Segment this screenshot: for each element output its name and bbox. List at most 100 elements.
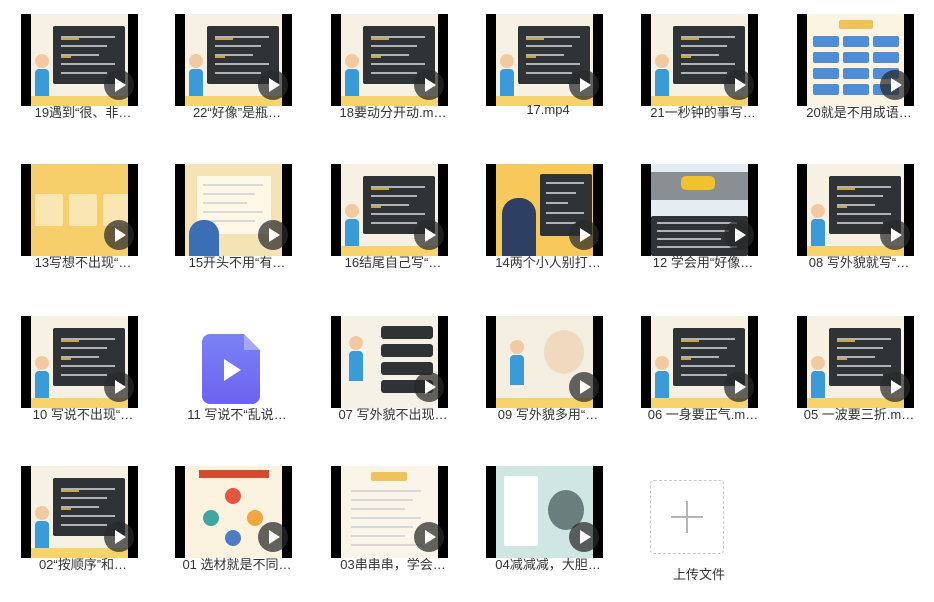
video-file-tile[interactable]: 02“按顺序”和… — [10, 452, 156, 592]
video-file-tile[interactable]: 13写想不出现“… — [10, 150, 156, 290]
play-icon[interactable] — [569, 372, 599, 402]
file-name[interactable]: 07 写外貌不出现… — [320, 404, 466, 423]
video-thumbnail[interactable] — [175, 14, 292, 106]
video-thumbnail[interactable] — [486, 14, 603, 106]
play-icon[interactable] — [880, 372, 910, 402]
file-name[interactable]: 08 写外貌就写“… — [786, 252, 932, 271]
video-thumbnail[interactable] — [641, 14, 758, 106]
person-body — [655, 69, 669, 99]
text-line — [657, 246, 737, 248]
play-icon[interactable] — [569, 70, 599, 100]
video-thumbnail[interactable] — [641, 316, 758, 408]
file-name[interactable]: 06 一身要正气.m… — [630, 404, 776, 423]
play-icon[interactable] — [414, 220, 444, 250]
play-icon[interactable] — [104, 70, 134, 100]
video-file-tile[interactable]: 08 写外貌就写“… — [786, 150, 932, 290]
video-file-tile[interactable]: 15开头不用“有… — [164, 150, 310, 290]
file-name[interactable]: 02“按顺序”和… — [10, 554, 156, 573]
video-thumbnail[interactable] — [797, 316, 914, 408]
play-icon[interactable] — [880, 220, 910, 250]
file-name[interactable]: 03串串串，学会… — [320, 554, 466, 573]
plus-icon[interactable] — [650, 480, 724, 554]
file-name[interactable]: 17.mp4 — [475, 102, 621, 117]
file-thumbnail[interactable] — [175, 316, 292, 408]
text-line — [61, 515, 115, 517]
video-file-tile[interactable]: 06 一身要正气.m… — [630, 302, 776, 442]
play-icon[interactable] — [414, 70, 444, 100]
play-icon[interactable] — [104, 372, 134, 402]
video-thumbnail[interactable] — [486, 466, 603, 558]
video-thumbnail[interactable] — [21, 466, 138, 558]
person-head — [655, 54, 669, 68]
video-thumbnail[interactable] — [797, 164, 914, 256]
video-thumbnail[interactable] — [486, 164, 603, 256]
video-file-tile[interactable]: 01 选材就是不同… — [164, 452, 310, 592]
play-icon[interactable] — [414, 522, 444, 552]
video-file-tile[interactable]: 22“好像”是瓶… — [164, 0, 310, 140]
play-icon[interactable] — [569, 522, 599, 552]
play-icon[interactable] — [258, 220, 288, 250]
file-name[interactable]: 09 写外貌多用“… — [475, 404, 621, 423]
video-thumbnail[interactable] — [175, 466, 292, 558]
video-file-tile[interactable]: 07 写外貌不出现… — [320, 302, 466, 442]
video-thumbnail[interactable] — [641, 164, 758, 256]
upload-label[interactable]: 上传文件 — [626, 564, 772, 583]
file-name[interactable]: 13写想不出现“… — [10, 252, 156, 271]
file-name[interactable]: 20就是不用成语… — [786, 102, 932, 121]
play-icon[interactable] — [724, 220, 754, 250]
file-name[interactable]: 21一秒钟的事写… — [630, 102, 776, 121]
file-name[interactable]: 19遇到“很、非… — [10, 102, 156, 121]
play-icon[interactable] — [569, 220, 599, 250]
video-thumbnail[interactable] — [486, 316, 603, 408]
video-thumbnail[interactable] — [797, 14, 914, 106]
file-name[interactable]: 12 学会用“好像… — [630, 252, 776, 271]
video-file-tile[interactable]: 12 学会用“好像… — [630, 150, 776, 290]
video-file-tile[interactable]: 16结尾自己写“… — [320, 150, 466, 290]
text-line — [681, 72, 727, 74]
video-thumbnail[interactable] — [21, 164, 138, 256]
video-file-icon — [202, 334, 260, 404]
video-file-tile[interactable]: 05 一波要三折.m… — [786, 302, 932, 442]
file-name[interactable]: 01 选材就是不同… — [164, 554, 310, 573]
play-icon[interactable] — [104, 220, 134, 250]
video-file-tile[interactable]: 10 写说不出现“… — [10, 302, 156, 442]
video-thumbnail[interactable] — [331, 316, 448, 408]
play-icon[interactable] — [724, 372, 754, 402]
video-file-tile[interactable]: 21一秒钟的事写… — [630, 0, 776, 140]
video-thumbnail[interactable] — [21, 316, 138, 408]
play-icon[interactable] — [414, 372, 444, 402]
play-icon[interactable] — [104, 522, 134, 552]
video-file-tile[interactable]: 19遇到“很、非… — [10, 0, 156, 140]
file-name[interactable]: 05 一波要三折.m… — [786, 404, 932, 423]
file-name[interactable]: 16结尾自己写“… — [320, 252, 466, 271]
play-icon[interactable] — [880, 70, 910, 100]
file-name[interactable]: 18要动分开动.m… — [320, 102, 466, 121]
video-file-tile[interactable]: 11 写说不“乱说… — [164, 302, 310, 442]
video-file-tile[interactable]: 09 写外貌多用“… — [475, 302, 621, 442]
file-name[interactable]: 11 写说不“乱说… — [164, 404, 310, 423]
video-file-tile[interactable]: 18要动分开动.m… — [320, 0, 466, 140]
file-name[interactable]: 14两个小人别打… — [475, 252, 621, 271]
text-line — [371, 188, 389, 190]
video-thumbnail[interactable] — [21, 14, 138, 106]
video-thumbnail[interactable] — [331, 14, 448, 106]
play-icon[interactable] — [258, 522, 288, 552]
play-icon[interactable] — [258, 70, 288, 100]
text-line — [61, 497, 107, 499]
video-file-tile[interactable]: 14两个小人别打… — [475, 150, 621, 290]
file-name[interactable]: 22“好像”是瓶… — [164, 102, 310, 121]
text-line — [371, 45, 417, 47]
play-icon[interactable] — [724, 70, 754, 100]
file-name[interactable]: 15开头不用“有… — [164, 252, 310, 271]
video-file-tile[interactable]: 03串串串，学会… — [320, 452, 466, 592]
video-thumbnail[interactable] — [175, 164, 292, 256]
upload-file-tile[interactable]: 上传文件 — [626, 462, 772, 602]
video-thumbnail[interactable] — [331, 466, 448, 558]
video-file-tile[interactable]: 17.mp4 — [475, 0, 621, 140]
file-name[interactable]: 04减减减，大胆… — [475, 554, 621, 573]
video-file-tile[interactable]: 20就是不用成语… — [786, 0, 932, 140]
text-line — [837, 188, 855, 190]
video-thumbnail[interactable] — [331, 164, 448, 256]
video-file-tile[interactable]: 04减减减，大胆… — [475, 452, 621, 592]
file-name[interactable]: 10 写说不出现“… — [10, 404, 156, 423]
